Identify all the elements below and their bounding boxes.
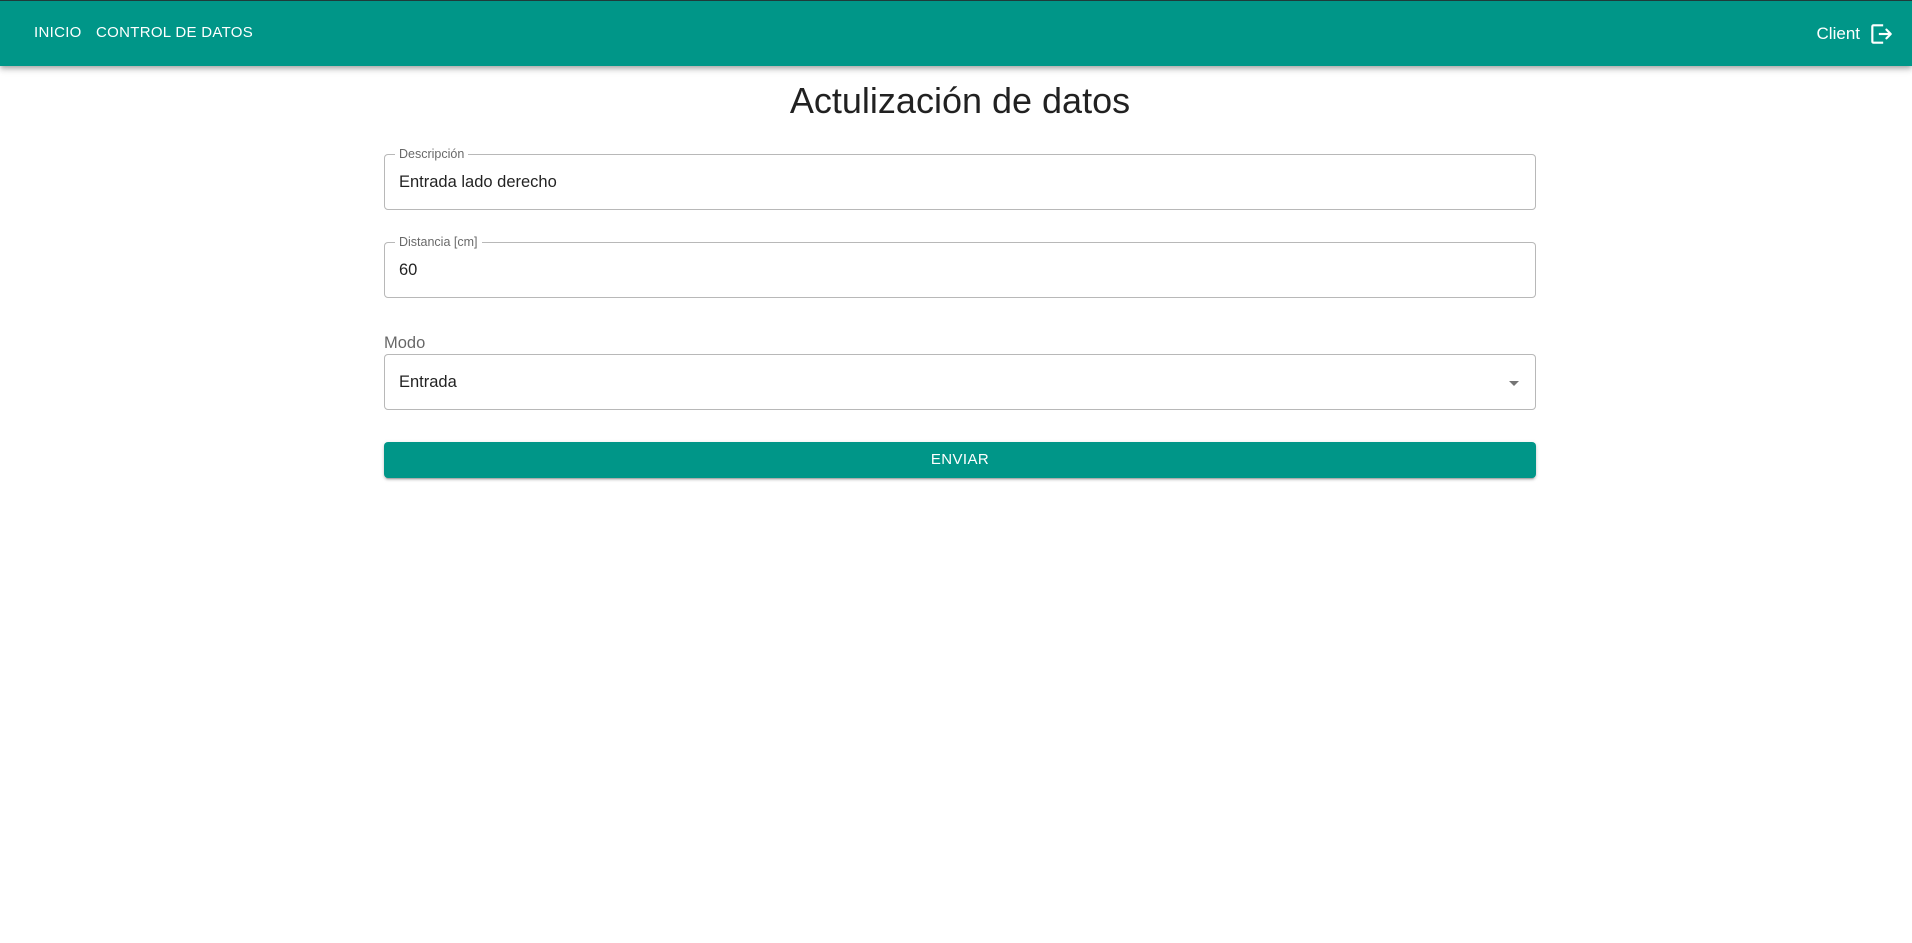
dropdown-arrow-icon xyxy=(1509,381,1519,386)
nav-control-datos-button[interactable]: CONTROL DE DATOS xyxy=(88,15,261,51)
user-name: Client xyxy=(1816,24,1860,43)
user-logout-button[interactable]: Client xyxy=(1817,15,1894,53)
nav-inicio-button[interactable]: INICIO xyxy=(26,15,90,51)
page-title: Actulización de datos xyxy=(789,80,1131,121)
mode-select[interactable]: Entrada xyxy=(384,354,1536,410)
app-bar: INICIO CONTROL DE DATOS Client xyxy=(0,0,1912,66)
logout-icon xyxy=(1871,24,1892,44)
description-field[interactable]: Descripción Entrada lado derecho xyxy=(384,146,1536,210)
description-input[interactable]: Entrada lado derecho xyxy=(399,155,557,209)
mode-label: Modo xyxy=(384,334,426,352)
mode-selected-value: Entrada xyxy=(399,373,457,391)
distance-field[interactable]: Distancia [cm] 60 xyxy=(384,234,1536,298)
submit-button[interactable]: ENVIAR xyxy=(384,442,1536,478)
distance-input[interactable]: 60 xyxy=(399,243,417,297)
